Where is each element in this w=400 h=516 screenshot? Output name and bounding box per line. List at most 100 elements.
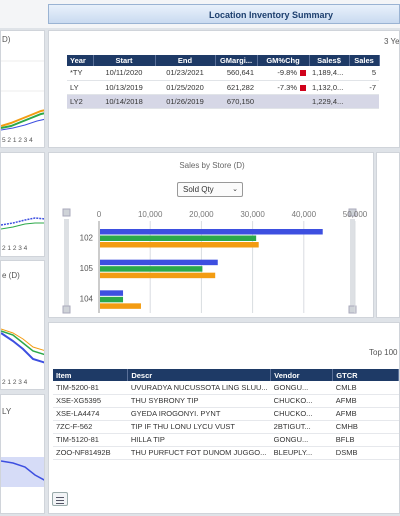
cell-item: TIM-5120-81 — [53, 433, 128, 447]
cell-end: 01/26/2019 — [155, 94, 215, 109]
bar — [100, 290, 124, 296]
sales-bar-chart: 0 10,000 20,000 30,000 40,000 50,000 102 105 104 — [62, 208, 368, 314]
x-tick-label: 20,000 — [189, 210, 214, 219]
category-label: 102 — [80, 233, 94, 242]
col-item[interactable]: Item — [53, 369, 129, 381]
cell-sales: 1,189,4... — [309, 66, 349, 81]
col-sales[interactable]: Sales$ — [309, 55, 350, 66]
top-100-label: Top 100 — [369, 348, 398, 357]
side-chart-panel-4: LY — [0, 394, 45, 514]
cell-gtcr: DSMB — [332, 446, 399, 460]
cell-start: 10/13/2019 — [93, 80, 155, 95]
cell-gmchg: -7.3% — [257, 80, 309, 95]
menu-icon[interactable] — [52, 492, 68, 506]
cell-descr: GYEDA IROGONYI. PYNT — [127, 407, 271, 421]
side-chart-4 — [1, 457, 44, 487]
col-vendor[interactable]: Vendor — [270, 369, 334, 381]
summary-header-row: Year Start End GMargi... GM%Chg Sales$ S… — [67, 55, 380, 66]
table-row[interactable]: XSE-XG5395 THU SYBRONY TIP CHUCKO... AFMB — [53, 394, 399, 408]
side-axis-labels: 2 1 2 3 4 — [2, 379, 28, 386]
cell-gmchg — [257, 94, 309, 109]
cell-descr: THU SYBRONY TIP — [127, 394, 271, 408]
cell-vendor: BLEUPLY... — [270, 446, 333, 460]
gmchg-value: -7.3% — [277, 82, 297, 92]
x-tick-label: 50,000 — [343, 210, 368, 219]
title-bar: Location Inventory Summary — [48, 4, 400, 24]
summary-row[interactable]: *TY 10/11/2020 01/23/2021 560,641 -9.8% … — [67, 66, 379, 81]
cell-start: 10/11/2020 — [93, 66, 155, 81]
x-tick-label: 40,000 — [292, 210, 317, 219]
side-line-blue — [1, 217, 44, 226]
cell-vendor: GONGU... — [270, 433, 333, 447]
summary-panel: 3 Ye Year Start End GMargi... GM%Chg Sal… — [48, 30, 400, 148]
side-line-orange — [1, 328, 44, 351]
table-row[interactable]: TIM-5120-81 HILLA TIP GONGU... BFLB — [53, 433, 399, 447]
cell-gtcr: BFLB — [332, 433, 399, 447]
table-row[interactable]: 7ZC-F-562 TIP IF THU LONU LYCU VUST 2BTIGU… — [53, 420, 399, 434]
bar — [100, 266, 203, 272]
side-line-orange — [1, 109, 44, 127]
cell-descr: TIP IF THU LONU LYCU VUST — [127, 420, 271, 434]
table-row[interactable]: TIM-5200-81 UVURADYA NUCUSSOTA LING SLUU.… — [53, 381, 399, 395]
side-line-blue — [1, 332, 44, 364]
bar — [100, 303, 141, 309]
cell-item: ZOO-NF81492B — [53, 446, 128, 460]
cell-item: XSE-LA4474 — [53, 407, 128, 421]
top-bar: Location Inventory Summary — [0, 0, 400, 28]
cell-year: LY — [67, 80, 93, 95]
summary-table: Year Start End GMargi... GM%Chg Sales$ S… — [67, 55, 380, 109]
cell-gtcr: AFMB — [332, 394, 399, 408]
cell-sales-2 — [349, 94, 379, 109]
cell-descr: THU PURFUCT FOT DUNOM JUGGO... — [127, 446, 271, 460]
col-gtcr[interactable]: GTCR — [332, 369, 399, 381]
cell-gtcr: AFMB — [332, 407, 399, 421]
cell-descr: UVURADYA NUCUSSOTA LING SLUU... — [127, 381, 271, 395]
col-descr[interactable]: Descr — [127, 369, 272, 381]
bar — [100, 229, 323, 235]
cell-gtcr: CMLB — [332, 381, 399, 395]
scroll-track[interactable] — [64, 219, 69, 307]
bar — [100, 272, 216, 279]
category-label: 104 — [80, 295, 94, 304]
col-end[interactable]: End — [155, 55, 216, 66]
cell-end: 01/25/2020 — [155, 80, 215, 95]
summary-row-selected[interactable]: LY2 10/14/2018 01/26/2019 670,150 1,229,… — [67, 94, 379, 109]
cell-vendor: 2BTIGUT... — [270, 420, 333, 434]
page-title: Location Inventory Summary — [209, 10, 334, 20]
items-table: Item Descr Vendor GTCR TIM-5200-81 UVURAD… — [53, 369, 399, 460]
col-start[interactable]: Start — [93, 55, 156, 66]
cell-year: LY2 — [67, 94, 93, 109]
table-row[interactable]: ZOO-NF81492B THU PURFUCT FOT DUNOM JUGGO.… — [53, 446, 399, 460]
bar — [100, 235, 257, 241]
side-chart-panel-2: 2 1 2 3 4 — [0, 152, 45, 257]
items-header-row: Item Descr Vendor GTCR — [53, 369, 399, 381]
scroll-down-handle[interactable] — [62, 305, 71, 314]
col-gmchg[interactable]: GM%Chg — [257, 55, 310, 66]
cell-sales: 1,132,0... — [309, 80, 349, 95]
gmchg-value: -9.8% — [277, 68, 297, 78]
cell-sales-2: 5 — [349, 66, 379, 81]
x-tick-label: 0 — [97, 210, 102, 219]
side-chart-1 — [1, 60, 44, 131]
items-panel: Top 100 Item Descr Vendor GTCR TIM-5200-… — [48, 322, 400, 514]
bar — [100, 259, 218, 266]
bar — [100, 296, 124, 303]
col-gmargin[interactable]: GMargi... — [215, 55, 258, 66]
side-axis-labels: 2 1 2 3 4 — [2, 245, 28, 252]
side-line-green — [1, 330, 44, 356]
table-row[interactable]: XSE-LA4474 GYEDA IROGONYI. PYNT CHUCKO... A… — [53, 407, 399, 421]
col-year[interactable]: Year — [67, 55, 94, 66]
cell-item: XSE-XG5395 — [53, 394, 128, 408]
cell-gmargin: 670,150 — [215, 94, 257, 109]
side-chart-panel-1: D) 5 2 1 2 3 4 — [0, 30, 45, 148]
right-side-panel — [376, 152, 400, 318]
cell-end: 01/23/2021 — [155, 66, 215, 81]
cell-sales-2: -7 — [349, 80, 379, 95]
summary-row[interactable]: LY 10/13/2019 01/25/2020 621,282 -7.3% 1… — [67, 80, 379, 95]
cell-vendor: CHUCKO... — [270, 394, 333, 408]
sales-by-store-panel: Sales by Store (D) Sold Qty ⌄ 0 10,000 20,… — [48, 152, 374, 318]
scroll-up-handle[interactable] — [62, 208, 71, 217]
right-scroll-track[interactable] — [350, 219, 355, 307]
cell-start: 10/14/2018 — [93, 94, 155, 109]
col-sales-2[interactable]: Sales — [349, 55, 380, 66]
